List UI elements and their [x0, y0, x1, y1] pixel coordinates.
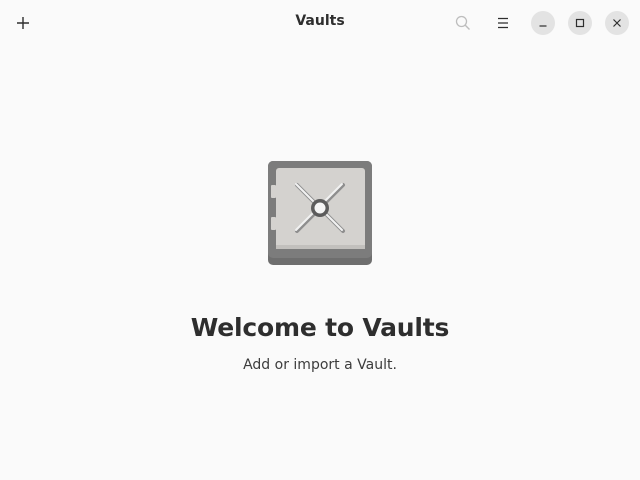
- app-window: Vaults Welcome to Vaults Add or import a…: [0, 0, 640, 480]
- search-icon: [455, 15, 470, 30]
- welcome-title: Welcome to Vaults: [190, 313, 450, 342]
- welcome-status-page: Welcome to Vaults Add or import a Vault.: [0, 46, 640, 480]
- vault-safe-icon: [268, 161, 372, 265]
- close-button[interactable]: [605, 11, 629, 35]
- plus-icon: [17, 17, 29, 29]
- minimize-button[interactable]: [531, 11, 555, 35]
- main-menu-button[interactable]: [488, 8, 518, 38]
- header-bar: Vaults: [0, 0, 640, 46]
- search-button[interactable]: [448, 8, 478, 38]
- welcome-description: Add or import a Vault.: [243, 357, 397, 373]
- window-title: Vaults: [295, 13, 345, 29]
- maximize-icon: [575, 18, 585, 28]
- close-icon: [613, 19, 621, 27]
- hamburger-icon: [498, 17, 508, 29]
- maximize-button[interactable]: [568, 11, 592, 35]
- add-vault-button[interactable]: [8, 8, 38, 38]
- minimize-icon: [539, 25, 547, 27]
